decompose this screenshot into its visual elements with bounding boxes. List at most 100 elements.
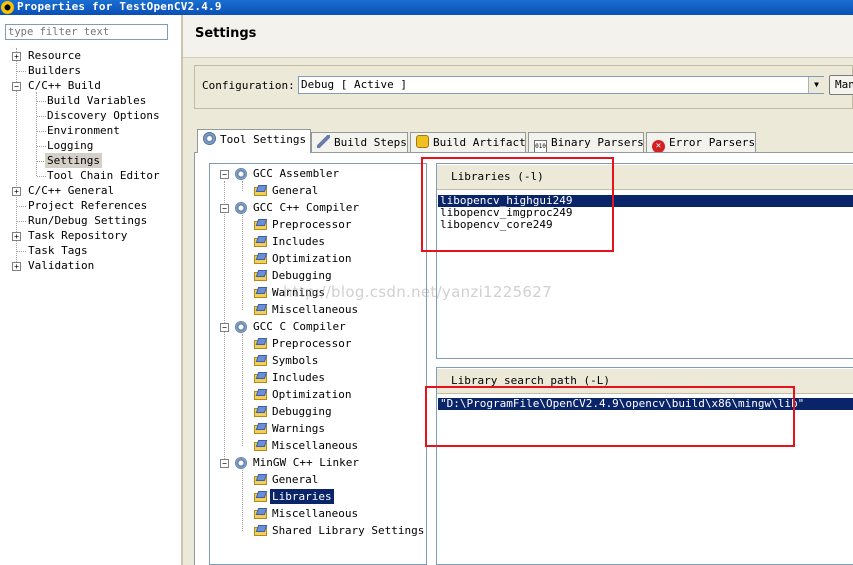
tool-option-includes[interactable]: Includes (272, 370, 325, 385)
tree-item-resource[interactable]: Resource (28, 49, 81, 63)
tree-line (242, 215, 243, 310)
tree-item-run-debug-settings[interactable]: Run/Debug Settings (28, 214, 147, 228)
tool-option-debugging[interactable]: Debugging (272, 404, 332, 419)
folder-options-icon (254, 491, 267, 502)
tool-option-miscellaneous[interactable]: Miscellaneous (272, 302, 358, 317)
tab-label: Tool Settings (220, 133, 307, 146)
tree-item-task-tags[interactable]: Task Tags (28, 244, 88, 258)
tool-mingw-cpp-linker[interactable]: MinGW C++ Linker (253, 455, 359, 470)
tree-line (36, 92, 37, 176)
tool-option-general[interactable]: General (272, 472, 318, 487)
gear-icon (235, 168, 247, 180)
tab-error-parsers[interactable]: ✕ Error Parsers (646, 132, 756, 153)
expand-task-repository-icon[interactable]: + (12, 232, 21, 241)
annotation-highlight-box (425, 386, 795, 447)
tree-line (242, 334, 243, 446)
tree-item-builders[interactable]: Builders (28, 64, 81, 78)
tree-item-validation[interactable]: Validation (28, 259, 94, 273)
collapse-gcc-c-compiler-icon[interactable]: − (220, 323, 229, 332)
folder-options-icon (254, 355, 267, 366)
folder-options-icon (254, 406, 267, 417)
tool-option-debugging[interactable]: Debugging (272, 268, 332, 283)
folder-options-icon (254, 185, 267, 196)
annotation-highlight-box (421, 157, 614, 252)
tree-line (37, 176, 46, 177)
tool-option-shared-library-settings[interactable]: Shared Library Settings (272, 523, 424, 538)
tree-line (37, 146, 46, 147)
tree-item-cpp-general[interactable]: C/C++ General (28, 184, 114, 198)
tool-option-warnings[interactable]: Warnings (272, 421, 325, 436)
gear-icon (235, 202, 247, 214)
window-title-bar[interactable]: ● Properties for TestOpenCV2.4.9 (0, 0, 853, 15)
tab-binary-parsers[interactable]: 010 Binary Parsers (528, 132, 644, 153)
folder-options-icon (254, 508, 267, 519)
folder-options-icon (254, 270, 267, 281)
tree-item-settings[interactable]: Settings (45, 153, 102, 168)
eclipse-app-icon: ● (1, 1, 14, 14)
tool-option-optimization[interactable]: Optimization (272, 387, 351, 402)
expand-cpp-general-icon[interactable]: + (12, 187, 21, 196)
tab-label: Build Steps (334, 136, 407, 149)
tab-build-steps[interactable]: Build Steps (311, 132, 408, 152)
gear-icon (235, 321, 247, 333)
tool-option-libraries[interactable]: Libraries (270, 489, 334, 504)
collapse-mingw-linker-icon[interactable]: − (220, 459, 229, 468)
tree-line (17, 221, 26, 222)
tree-item-cpp-build[interactable]: C/C++ Build (28, 79, 101, 93)
collapse-cpp-build-icon[interactable]: − (12, 82, 21, 91)
tool-gcc-cpp-compiler[interactable]: GCC C++ Compiler (253, 200, 359, 215)
folder-options-icon (254, 304, 267, 315)
tab-build-artifact[interactable]: Build Artifact (410, 132, 526, 152)
collapse-gcc-assembler-icon[interactable]: − (220, 170, 229, 179)
tree-line (17, 71, 26, 72)
artifact-icon (416, 135, 429, 148)
tree-item-discovery-options[interactable]: Discovery Options (47, 109, 160, 123)
tool-gcc-c-compiler[interactable]: GCC C Compiler (253, 319, 346, 334)
tool-gcc-assembler[interactable]: GCC Assembler (253, 166, 339, 181)
wrench-icon (317, 135, 330, 148)
folder-options-icon (254, 219, 267, 230)
tree-item-project-references[interactable]: Project References (28, 199, 147, 213)
expand-validation-icon[interactable]: + (12, 262, 21, 271)
tool-option-preprocessor[interactable]: Preprocessor (272, 217, 351, 232)
manage-configurations-button[interactable]: Manage... (829, 75, 853, 95)
configuration-label: Configuration: (202, 79, 295, 92)
tree-line (242, 181, 243, 191)
configuration-value: Debug [ Active ] (301, 78, 407, 91)
collapse-gcc-cpp-compiler-icon[interactable]: − (220, 204, 229, 213)
tool-option-symbols[interactable]: Symbols (272, 353, 318, 368)
tree-line (242, 470, 243, 531)
tab-label: Binary Parsers (551, 136, 644, 149)
folder-options-icon (254, 236, 267, 247)
tree-item-build-variables[interactable]: Build Variables (47, 94, 146, 108)
tree-line (17, 251, 26, 252)
folder-options-icon (254, 440, 267, 451)
tab-tool-settings[interactable]: Tool Settings (197, 129, 311, 153)
folder-options-icon (254, 338, 267, 349)
tool-option-includes[interactable]: Includes (272, 234, 325, 249)
chevron-down-icon[interactable]: ▼ (808, 77, 824, 93)
tree-item-tool-chain-editor[interactable]: Tool Chain Editor (47, 169, 160, 183)
tool-option-optimization[interactable]: Optimization (272, 251, 351, 266)
folder-options-icon (254, 525, 267, 536)
tool-option-preprocessor[interactable]: Preprocessor (272, 336, 351, 351)
page-title: Settings (195, 26, 257, 41)
folder-options-icon (254, 253, 267, 264)
tree-line (37, 116, 46, 117)
tool-option-miscellaneous[interactable]: Miscellaneous (272, 506, 358, 521)
tree-line (17, 206, 26, 207)
settings-header (183, 15, 853, 58)
folder-options-icon (254, 389, 267, 400)
gear-icon (203, 132, 216, 145)
tool-option-miscellaneous[interactable]: Miscellaneous (272, 438, 358, 453)
tree-item-environment[interactable]: Environment (47, 124, 120, 138)
tool-option-general[interactable]: General (272, 183, 318, 198)
tree-item-task-repository[interactable]: Task Repository (28, 229, 127, 243)
expand-resource-icon[interactable]: + (12, 52, 21, 61)
folder-options-icon (254, 474, 267, 485)
filter-input[interactable] (5, 24, 168, 40)
window-title: Properties for TestOpenCV2.4.9 (17, 0, 222, 13)
tab-label: Error Parsers (669, 136, 756, 149)
folder-options-icon (254, 423, 267, 434)
tree-item-logging[interactable]: Logging (47, 139, 93, 153)
